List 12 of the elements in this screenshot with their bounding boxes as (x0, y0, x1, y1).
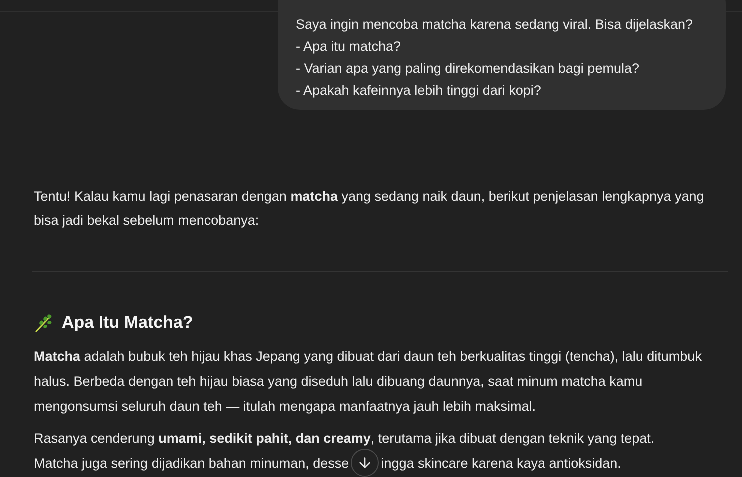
message-line: - Varian apa yang paling direkomendasikan bagi pemula? (296, 60, 640, 78)
paragraph-line: Rasanya cenderung umami, sedikit pahit, dan creamy, terutama jika dibuat dengan teknik yang tepat. (34, 430, 656, 448)
message-line: Saya ingin mencoba matcha karena sedang viral. Bisa dijelaskan? (296, 16, 694, 34)
section-heading: Apa Itu Matcha? (62, 312, 194, 334)
message-line: - Apa itu matcha? (296, 38, 402, 56)
paragraph-line: Matcha juga sering dijadikan bahan minuman, desse (34, 454, 350, 473)
leaf-icon (34, 312, 54, 333)
intro-text: Tentu! Kalau kamu lagi penasaran dengan matcha yang sedang naik daun, berikut penjelasan lengkapnya yang bisa jadi bekal sebelum mencobanya: (34, 188, 706, 230)
message-line: - Apakah kafeinnya lebih tinggi dari kopi? (296, 82, 542, 100)
scroll-down-button[interactable] (351, 449, 380, 477)
paragraph-line: ingga skincare karena kaya antioksidan. (381, 454, 622, 473)
paragraph: Matcha adalah bubuk teh hijau khas Jepang yang dibuat dari daun teh berkualitas tinggi (tencha), lalu ditumbuk halus. Berbeda dengan teh hijau biasa yang diseduh lalu dibuang daunnya, saat minum matcha kamu mengonsumsi seluruh daun teh — itulah mengapa manfaatnya jauh lebih maksimal. (34, 348, 703, 416)
